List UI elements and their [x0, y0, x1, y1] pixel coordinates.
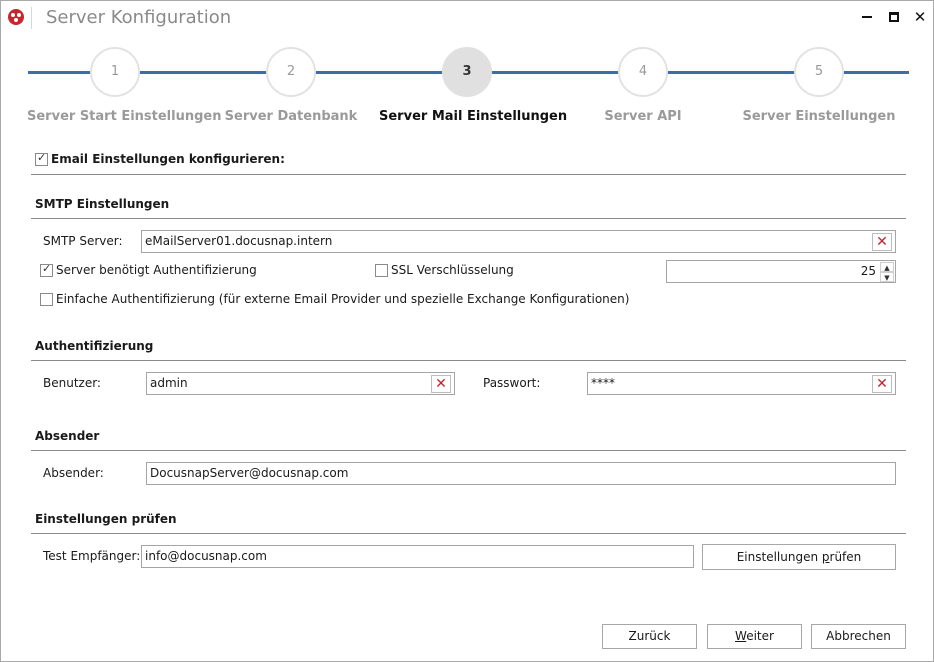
smtp-server-input[interactable]: eMailServer01.docusnap.intern [141, 230, 896, 253]
smtp-server-clear-button[interactable]: ✕ [872, 233, 892, 251]
password-value: **** [591, 376, 615, 390]
step-2-label: Server Datenbank [224, 109, 358, 124]
clear-x-icon: ✕ [876, 234, 888, 250]
simple-auth-checkbox[interactable] [40, 293, 53, 306]
close-icon: ✕ [913, 8, 927, 26]
step-3-label: Server Mail Einstellungen [379, 109, 568, 124]
divider [31, 174, 906, 175]
clear-x-icon: ✕ [435, 376, 447, 392]
cancel-button-label: Abbrechen [826, 629, 891, 643]
smtp-server-label: SMTP Server: [43, 234, 123, 248]
next-button[interactable]: Weiter [707, 624, 802, 649]
check-settings-accesskey: p [821, 550, 830, 564]
port-value: 25 [860, 264, 876, 278]
test-section-header: Einstellungen prüfen [35, 512, 177, 526]
step-5-circle: 5 [794, 47, 844, 97]
test-recipient-value: info@docusnap.com [145, 549, 267, 563]
auth-required-label: Server benötigt Authentifizierung [56, 263, 257, 277]
email-config-checkbox[interactable] [35, 151, 48, 166]
next-accesskey: W [735, 629, 747, 643]
title-bar: Server Konfiguration ✕ [1, 1, 933, 35]
simple-auth-label: Einfache Authentifizierung (für externe … [56, 292, 630, 306]
back-button-label: Zurück [628, 629, 671, 643]
user-value: admin [150, 376, 188, 390]
window-title: Server Konfiguration [46, 7, 232, 28]
user-clear-button[interactable]: ✕ [431, 375, 451, 393]
sender-input[interactable]: DocusnapServer@docusnap.com [146, 462, 896, 485]
divider [31, 218, 906, 219]
test-recipient-label: Test Empfänger: [43, 549, 141, 563]
port-increment-button[interactable]: ▲ [880, 262, 894, 272]
divider [31, 533, 906, 534]
divider [31, 450, 906, 451]
ssl-label: SSL Verschlüsselung [391, 263, 514, 277]
step-1-label: Server Start Einstellungen [27, 109, 222, 124]
password-input[interactable]: **** [587, 372, 896, 395]
app-logo-icon [8, 9, 24, 25]
sender-section-header: Absender [35, 429, 100, 443]
next-button-label: eiter [746, 629, 774, 643]
minimize-button[interactable] [854, 5, 880, 29]
step-2-circle: 2 [266, 47, 316, 97]
dialog-window: Server Konfiguration ✕ 1 2 3 4 5 Server … [0, 0, 934, 662]
auth-required-checkbox[interactable] [40, 262, 53, 277]
password-label: Passwort: [483, 376, 541, 390]
close-button[interactable]: ✕ [907, 5, 933, 29]
ssl-checkbox[interactable] [375, 264, 388, 277]
maximize-icon [889, 12, 899, 22]
port-decrement-button[interactable]: ▼ [880, 272, 894, 282]
step-1-circle: 1 [90, 47, 140, 97]
smtp-server-value: eMailServer01.docusnap.intern [145, 234, 333, 248]
sender-label: Absender: [43, 466, 104, 480]
auth-section-header: Authentifizierung [35, 339, 154, 353]
user-input[interactable]: admin [146, 372, 455, 395]
step-5-label: Server Einstellungen [742, 109, 896, 124]
title-separator [31, 7, 32, 29]
smtp-section-header: SMTP Einstellungen [35, 197, 170, 211]
clear-x-icon: ✕ [876, 376, 888, 392]
check-settings-label-part: Einstellungen [736, 550, 822, 564]
back-button[interactable]: Zurück [602, 624, 697, 649]
step-3-circle: 3 [442, 47, 492, 97]
step-4-label: Server API [604, 109, 682, 124]
minimize-icon [862, 16, 872, 18]
password-clear-button[interactable]: ✕ [872, 375, 892, 393]
cancel-button[interactable]: Abbrechen [811, 624, 906, 649]
user-label: Benutzer: [43, 376, 101, 390]
divider [31, 360, 906, 361]
step-4-circle: 4 [618, 47, 668, 97]
check-settings-label-part: rüfen [829, 550, 862, 564]
check-settings-button[interactable]: Einstellungen prüfen [702, 544, 896, 570]
email-config-label: Email Einstellungen konfigurieren: [51, 152, 285, 166]
sender-value: DocusnapServer@docusnap.com [150, 466, 349, 480]
port-input[interactable]: 25 [666, 260, 896, 283]
maximize-button[interactable] [881, 5, 907, 29]
test-recipient-input[interactable]: info@docusnap.com [141, 545, 694, 568]
